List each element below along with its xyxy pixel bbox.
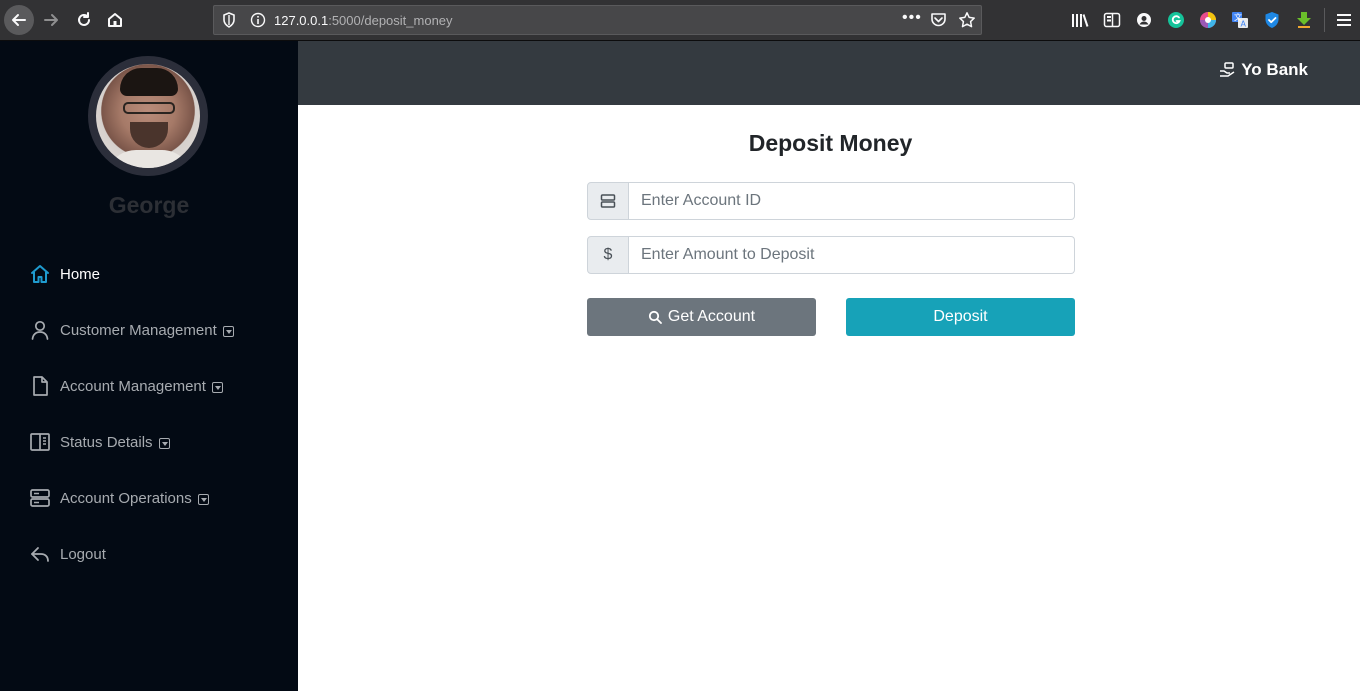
sidebar-toggle-icon[interactable] xyxy=(1102,10,1122,30)
dropdown-caret-icon xyxy=(222,325,234,337)
top-header: Yo Bank xyxy=(298,41,1360,105)
browser-home-icon xyxy=(108,13,122,27)
library-icon[interactable] xyxy=(1070,10,1090,30)
dropdown-caret-icon xyxy=(197,493,209,505)
amount-input[interactable] xyxy=(629,236,1075,274)
user-name: George xyxy=(108,192,190,218)
dollar-prefix: $ xyxy=(587,236,629,274)
account-id-input[interactable] xyxy=(629,182,1075,220)
sidebar-item-label: Account Operations xyxy=(60,489,192,507)
get-account-label: Get Account xyxy=(667,308,756,325)
deposit-button[interactable]: Deposit xyxy=(846,298,1075,336)
account-id-group xyxy=(587,182,1075,220)
bookmark-star-icon[interactable] xyxy=(958,11,976,34)
page-actions-button[interactable]: ••• xyxy=(902,9,922,27)
browser-toolbar: 127.0.0.1:5000/deposit_money ••• 文A xyxy=(0,0,1360,41)
sidebar-item-label: Status Details xyxy=(60,433,153,451)
reload-button[interactable] xyxy=(70,6,98,34)
toolbar-separator xyxy=(1324,8,1325,32)
server-icon xyxy=(29,487,51,509)
tracking-shield-icon[interactable] xyxy=(222,12,236,33)
brand[interactable]: Yo Bank xyxy=(1219,60,1308,80)
grammarly-icon[interactable] xyxy=(1166,10,1186,30)
forward-button[interactable] xyxy=(37,6,65,34)
sidebar-item-label: Home xyxy=(60,265,101,283)
hamburger-menu-icon[interactable] xyxy=(1334,10,1354,30)
translate-icon[interactable]: 文A xyxy=(1230,10,1250,30)
dropdown-caret-icon xyxy=(158,437,170,449)
avatar xyxy=(88,56,208,176)
dropdown-caret-icon xyxy=(211,381,223,393)
download-helper-icon[interactable] xyxy=(1294,10,1314,30)
sidebar-item-status-details[interactable]: Status Details xyxy=(0,422,298,462)
privacy-shield-icon[interactable] xyxy=(1262,10,1282,30)
sidebar-item-home[interactable]: Home xyxy=(0,254,298,294)
account-icon[interactable] xyxy=(1134,10,1154,30)
hand-holding-money-icon xyxy=(1219,62,1235,78)
sidebar: George Home Customer Management Account … xyxy=(0,41,298,691)
page-title: Deposit Money xyxy=(748,130,913,156)
server-icon xyxy=(600,194,616,208)
reload-icon xyxy=(78,12,90,26)
sidebar-item-label: Account Management xyxy=(60,377,206,395)
forward-arrow-icon xyxy=(44,14,58,26)
back-button[interactable] xyxy=(4,5,34,35)
url-path: :5000/deposit_money xyxy=(328,13,453,28)
brand-name: Yo Bank xyxy=(1241,60,1308,79)
user-icon xyxy=(29,319,51,341)
back-arrow-icon xyxy=(12,14,26,26)
avatar-photo xyxy=(96,64,200,168)
address-bar[interactable]: 127.0.0.1:5000/deposit_money ••• xyxy=(213,5,982,35)
url-host: 127.0.0.1 xyxy=(274,13,329,28)
columns-icon xyxy=(29,431,51,453)
site-info-icon[interactable] xyxy=(250,12,266,33)
account-id-prefix xyxy=(587,182,629,220)
url-text: 127.0.0.1:5000/deposit_money xyxy=(274,13,453,28)
search-icon xyxy=(648,310,662,324)
color-picker-icon[interactable] xyxy=(1198,10,1218,30)
reply-icon xyxy=(29,543,51,565)
sidebar-item-label: Customer Management xyxy=(60,321,217,339)
get-account-button[interactable]: Get Account xyxy=(587,298,816,336)
pocket-icon[interactable] xyxy=(930,12,947,33)
sidebar-item-customer-management[interactable]: Customer Management xyxy=(0,310,298,350)
home-icon xyxy=(29,263,51,285)
amount-group: $ xyxy=(587,236,1075,274)
sidebar-item-account-management[interactable]: Account Management xyxy=(0,366,298,406)
sidebar-item-label: Logout xyxy=(60,545,106,563)
sidebar-item-logout[interactable]: Logout xyxy=(0,534,298,574)
home-button[interactable] xyxy=(101,6,129,34)
svg-text:A: A xyxy=(1241,20,1247,29)
sidebar-item-account-operations[interactable]: Account Operations xyxy=(0,478,298,518)
document-icon xyxy=(29,375,51,397)
